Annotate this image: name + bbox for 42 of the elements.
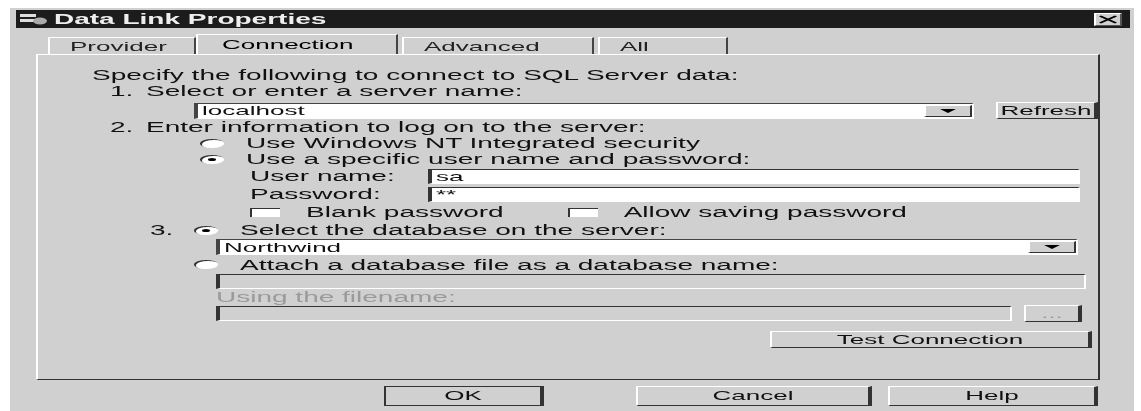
test-connection-button[interactable]: Test Connection bbox=[770, 331, 1092, 348]
tab[interactable]: Provider bbox=[48, 37, 196, 54]
password-field[interactable]: ** bbox=[428, 186, 1080, 202]
step-number: 3. bbox=[150, 222, 175, 238]
refresh-button[interactable]: Refresh bbox=[996, 102, 1098, 119]
step-label: Select or enter a server name: bbox=[146, 83, 523, 99]
dialog-button[interactable]: Help bbox=[888, 386, 1098, 406]
radio-button[interactable] bbox=[200, 154, 224, 164]
radio-button[interactable] bbox=[200, 138, 224, 148]
user-name-field[interactable]: sa bbox=[428, 168, 1080, 184]
checkbox[interactable] bbox=[567, 207, 598, 217]
radio-label: Select the database on the server: bbox=[240, 222, 667, 238]
database-combo[interactable]: Northwind bbox=[216, 239, 1078, 255]
radio-button[interactable] bbox=[194, 260, 218, 269]
field-label: Password: bbox=[250, 186, 382, 202]
intro-text: Specify the following to connect to SQL Server data: bbox=[92, 67, 740, 83]
step-label: Enter information to log on to the server: bbox=[146, 119, 646, 135]
close-button[interactable] bbox=[1094, 12, 1122, 26]
server-combo[interactable]: localhost bbox=[194, 102, 974, 119]
tab[interactable]: Connection bbox=[196, 34, 398, 54]
radio-button[interactable] bbox=[194, 225, 218, 235]
close-icon bbox=[1098, 14, 1118, 24]
checkbox-label: Allow saving password bbox=[623, 204, 907, 220]
filename-field[interactable] bbox=[216, 306, 1012, 321]
field-label: User name: bbox=[250, 168, 396, 184]
radio-label: Attach a database file as a database name: bbox=[240, 256, 779, 273]
dialog-button[interactable]: OK bbox=[384, 386, 544, 406]
dropdown-button[interactable] bbox=[924, 104, 972, 117]
tab[interactable]: All bbox=[598, 37, 728, 54]
checkbox-label: Blank password bbox=[306, 204, 504, 220]
step-number: 2. bbox=[110, 119, 135, 135]
tab[interactable]: Advanced bbox=[402, 37, 594, 54]
window-title: Data Link Properties bbox=[54, 11, 328, 27]
caret-icon bbox=[1044, 245, 1060, 249]
caret-icon bbox=[940, 108, 956, 113]
dialog-button[interactable]: Cancel bbox=[636, 386, 872, 406]
radio-label: Use Windows NT Integrated security bbox=[246, 135, 700, 151]
dropdown-button[interactable] bbox=[1028, 241, 1076, 253]
checkbox[interactable] bbox=[250, 207, 280, 217]
database-name-field[interactable] bbox=[216, 274, 1086, 289]
step-number: 1. bbox=[110, 83, 135, 99]
radio-label: Use a specific user name and password: bbox=[246, 151, 751, 167]
